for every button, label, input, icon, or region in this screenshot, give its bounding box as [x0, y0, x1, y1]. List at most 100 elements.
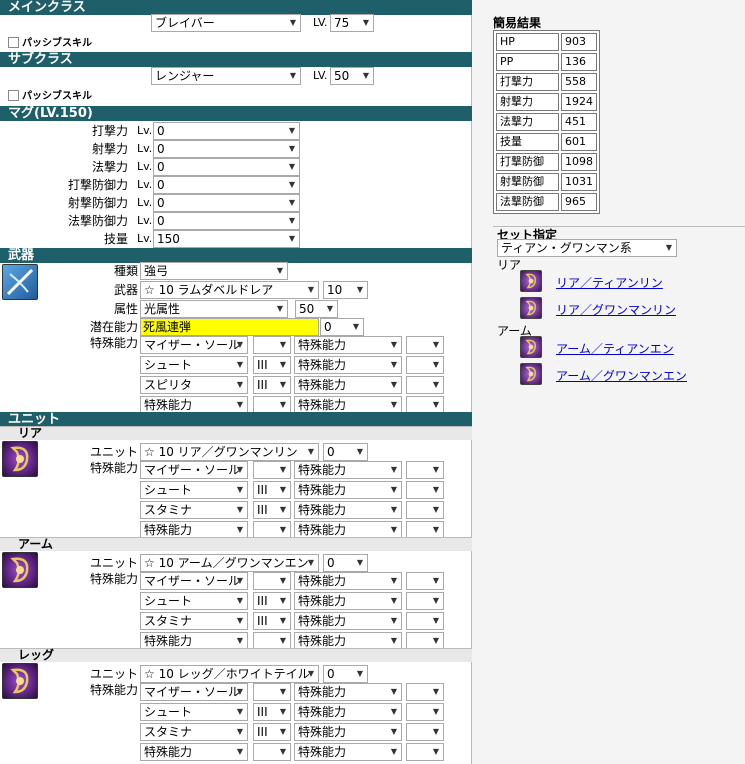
special-ability-select-2[interactable]: 特殊能力 [294, 683, 402, 701]
ability-level-select-2[interactable] [406, 612, 444, 630]
special-ability-select-2[interactable]: 特殊能力 [294, 461, 402, 479]
unit-grind-select[interactable]: 0 [323, 665, 368, 683]
ability-level-select[interactable]: III [253, 356, 291, 374]
special-ability-select-2[interactable]: 特殊能力 [294, 481, 402, 499]
special-ability-select[interactable]: スタミナ [140, 723, 248, 741]
stat-value: 903 [561, 33, 597, 51]
ability-level-select[interactable]: III [253, 481, 291, 499]
unit-grind-select[interactable]: 0 [323, 443, 368, 461]
sub-passive-label: パッシブスキル [22, 91, 92, 102]
stat-name: HP [496, 33, 559, 51]
special-ability-select-2[interactable]: 特殊能力 [294, 356, 402, 374]
special-ability-select-2[interactable]: 特殊能力 [294, 572, 402, 590]
ability-level-select-2[interactable] [406, 376, 444, 394]
main-passive-checkbox[interactable] [8, 37, 19, 48]
stat-value: 1924 [561, 93, 597, 111]
ability-level-select-2[interactable] [406, 336, 444, 354]
main-lv-select[interactable]: 75 [330, 14, 374, 32]
special-ability-select-2[interactable]: 特殊能力 [294, 703, 402, 721]
weapon-grind-select[interactable]: 10 [323, 281, 368, 299]
ability-level-select[interactable]: III [253, 501, 291, 519]
special-ability-select[interactable]: シュート [140, 481, 248, 499]
mag-stat-label: 射撃防御力 [67, 196, 128, 210]
mag-stat-label: 法撃防御力 [67, 214, 128, 228]
sub-passive-checkbox[interactable] [8, 90, 19, 101]
mag-stat-select[interactable]: 0 [153, 158, 300, 176]
ability-level-select-2[interactable] [406, 592, 444, 610]
latent-level-select[interactable]: 0 [320, 318, 364, 336]
element-select[interactable]: 光属性 [140, 300, 288, 318]
stat-row: 技量 601 [496, 133, 597, 151]
ability-level-select[interactable] [253, 743, 291, 761]
mag-stat-select[interactable]: 0 [153, 212, 300, 230]
set-unit-link[interactable]: アーム／グワンマンエン [556, 367, 687, 384]
ability-level-select[interactable] [253, 336, 291, 354]
sub-lv-select[interactable]: 50 [330, 67, 374, 85]
ability-level-select-2[interactable] [406, 723, 444, 741]
stat-name: 技量 [496, 133, 559, 151]
ability-level-select[interactable]: III [253, 723, 291, 741]
mag-stat-label: 打撃力 [91, 124, 128, 138]
set-group-label: リア [497, 258, 522, 272]
special-ability-select-2[interactable]: 特殊能力 [294, 612, 402, 630]
special-ability-select-2[interactable]: 特殊能力 [294, 376, 402, 394]
mag-stat-select[interactable]: 150 [153, 230, 300, 248]
main-class-select[interactable]: ブレイバー [151, 14, 301, 32]
special-ability-select[interactable]: マイザー・ソール [140, 572, 248, 590]
ability-level-select[interactable] [253, 572, 291, 590]
ability-level-select-2[interactable] [406, 743, 444, 761]
ability-level-select-2[interactable] [406, 356, 444, 374]
latent-ability-field[interactable]: 死風連弾 [140, 318, 319, 336]
special-ability-select[interactable]: 特殊能力 [140, 743, 248, 761]
stat-value: 558 [561, 73, 597, 91]
special-ability-select[interactable]: シュート [140, 703, 248, 721]
special-ability-select[interactable]: マイザー・ソール [140, 336, 248, 354]
special-ability-select-2[interactable]: 特殊能力 [294, 723, 402, 741]
set-type-select[interactable]: ティアン・グワンマン系 [497, 239, 677, 257]
set-unit-link[interactable]: アーム／ティアンエン [556, 340, 674, 357]
stat-name: 法撃防御 [496, 193, 559, 211]
special-ability-select[interactable]: マイザー・ソール [140, 461, 248, 479]
set-unit-link[interactable]: リア／グワンマンリン [556, 301, 676, 318]
mag-stat-select[interactable]: 0 [153, 140, 300, 158]
special-ability-select[interactable]: スタミナ [140, 612, 248, 630]
mag-stat-select[interactable]: 0 [153, 122, 300, 140]
equipment-form: メインクラスブレイバーLV.75パッシブスキルサブクラスレンジャーLV.50パッ… [0, 0, 472, 764]
ability-level-select[interactable]: III [253, 376, 291, 394]
unit-grind-select[interactable]: 0 [323, 554, 368, 572]
ability-level-select-2[interactable] [406, 481, 444, 499]
special-ability-select-2[interactable]: 特殊能力 [294, 743, 402, 761]
special-ability-select[interactable]: マイザー・ソール [140, 683, 248, 701]
special-ability-select-2[interactable]: 特殊能力 [294, 501, 402, 519]
unit-header: ユニット [0, 412, 472, 427]
ability-level-select[interactable]: III [253, 612, 291, 630]
ability-level-select-2[interactable] [406, 703, 444, 721]
ability-level-select-2[interactable] [406, 501, 444, 519]
unit-select[interactable]: ☆ 10 レッグ／ホワイトテイル [140, 665, 319, 683]
special-ability-select[interactable]: シュート [140, 356, 248, 374]
special-ability-select-2[interactable]: 特殊能力 [294, 592, 402, 610]
unit-select[interactable]: ☆ 10 リア／グワンマンリン [140, 443, 319, 461]
weapon-ability-label: 特殊能力 [89, 336, 138, 350]
ability-level-select-2[interactable] [406, 572, 444, 590]
special-ability-select[interactable]: シュート [140, 592, 248, 610]
summary-stats-table: HP 903 PP 136 打撃力 558 射撃力 1924 法撃力 451 技量 601 打撃防御 10… [493, 30, 600, 214]
ability-level-select[interactable] [253, 461, 291, 479]
mag-stat-label: 射撃力 [91, 142, 128, 156]
mag-stat-select[interactable]: 0 [153, 176, 300, 194]
special-ability-select[interactable]: スピリタ [140, 376, 248, 394]
special-ability-select-2[interactable]: 特殊能力 [294, 336, 402, 354]
element-percent-select[interactable]: 50 [295, 300, 338, 318]
ability-level-select[interactable]: III [253, 703, 291, 721]
weapon-select[interactable]: ☆ 10 ラムダベルドレア [140, 281, 319, 299]
set-unit-link[interactable]: リア／ティアンリン [556, 274, 663, 291]
ability-level-select[interactable]: III [253, 592, 291, 610]
ability-level-select-2[interactable] [406, 683, 444, 701]
unit-select[interactable]: ☆ 10 アーム／グワンマンエン [140, 554, 319, 572]
ability-level-select[interactable] [253, 683, 291, 701]
sub-class-select[interactable]: レンジャー [151, 67, 301, 85]
weapon-type-select[interactable]: 強弓 [140, 262, 288, 280]
special-ability-select[interactable]: スタミナ [140, 501, 248, 519]
mag-stat-select[interactable]: 0 [153, 194, 300, 212]
ability-level-select-2[interactable] [406, 461, 444, 479]
